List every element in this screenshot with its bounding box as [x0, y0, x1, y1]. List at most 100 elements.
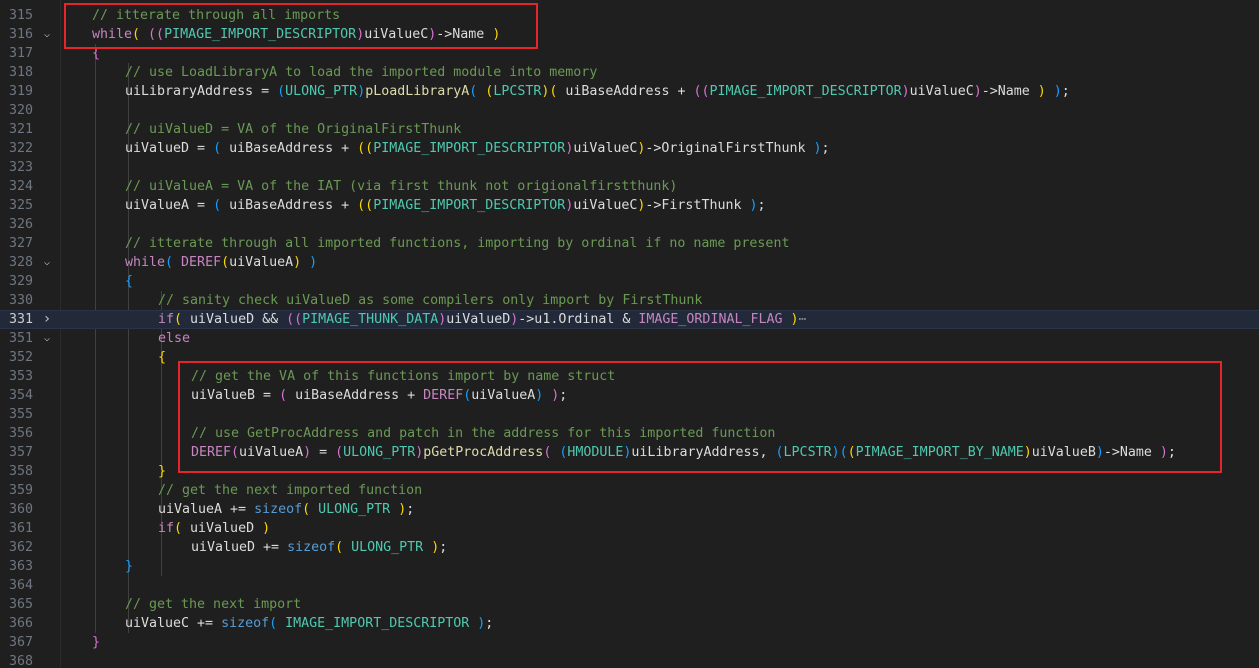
- line-number: 326: [8, 217, 33, 232]
- code-token: (: [174, 312, 191, 327]
- line-number: 354: [8, 388, 33, 403]
- code-text: // itterate through all imported functio…: [125, 234, 789, 253]
- line-number: 321: [8, 122, 33, 137]
- chevron-down-icon[interactable]: ⌵: [41, 25, 53, 44]
- code-token: ->OriginalFirstThunk: [645, 141, 814, 156]
- code-token: (: [269, 616, 286, 631]
- code-token: ⋯: [798, 312, 807, 327]
- code-text: }: [158, 462, 166, 481]
- code-editor[interactable]: 315// itterate through all imports 316 ⌵ wh…: [0, 0, 1259, 668]
- code-token: uiBaseAddress +: [229, 141, 358, 156]
- code-text: while( DEREF(uiValueA) ): [125, 253, 317, 272]
- line-number: 364: [8, 578, 33, 593]
- line-number: 351: [8, 331, 33, 346]
- code-token: PIMAGE_IMPORT_DESCRIPTOR: [709, 84, 902, 99]
- code-token: (: [335, 540, 352, 555]
- code-token: ): [813, 141, 822, 156]
- code-line[interactable]: 328 ⌵ while( DEREF(uiValueA) ): [0, 253, 1259, 272]
- line-number: 358: [8, 464, 33, 479]
- code-line[interactable]: 324 // uiValueA = VA of the IAT (via firs…: [0, 177, 1259, 196]
- code-token: ;: [757, 198, 766, 213]
- code-token: else: [158, 331, 191, 346]
- code-line[interactable]: 361 if( uiValueD ): [0, 519, 1259, 538]
- code-text: uiValueC += sizeof( IMAGE_IMPORT_DESCRIP…: [125, 614, 493, 633]
- line-number: 323: [8, 160, 33, 175]
- code-line[interactable]: 319 uiLibraryAddress = (ULONG_PTR)pLoadLi…: [0, 82, 1259, 101]
- code-token: IMAGE_IMPORT_DESCRIPTOR: [285, 616, 470, 631]
- code-text: if( uiValueD && ((PIMAGE_THUNK_DATA) uiVa…: [158, 311, 807, 328]
- code-line[interactable]: 366 uiValueC += sizeof( IMAGE_IMPORT_DESC…: [0, 614, 1259, 633]
- chevron-down-icon[interactable]: ⌵: [41, 329, 53, 348]
- code-token: ): [301, 255, 318, 270]
- code-line[interactable]: 321 // uiValueD = VA of the OriginalFirst…: [0, 120, 1259, 139]
- code-line[interactable]: 330 // sanity check uiValueD as some comp…: [0, 291, 1259, 310]
- code-line[interactable]: 367}: [0, 633, 1259, 652]
- code-line[interactable]: 331 › if( uiValueD && ((PIMAGE_THUNK_DATA)…: [0, 310, 1259, 329]
- code-line[interactable]: 359 // get the next imported function: [0, 481, 1259, 500]
- code-line[interactable]: 320: [0, 101, 1259, 120]
- code-token: (: [549, 84, 566, 99]
- code-token: uiValueA: [229, 255, 294, 270]
- code-line[interactable]: 360 uiValueA += sizeof( ULONG_PTR );: [0, 500, 1259, 519]
- code-token: if: [158, 521, 175, 536]
- code-token: ULONG_PTR: [285, 84, 358, 99]
- code-token: ULONG_PTR: [351, 540, 424, 555]
- code-token: ): [469, 616, 486, 631]
- line-number: 362: [8, 540, 33, 555]
- code-line[interactable]: 365 // get the next import: [0, 595, 1259, 614]
- code-token: }: [125, 559, 134, 574]
- code-token: // use LoadLibraryA to load the imported…: [125, 65, 598, 80]
- code-line[interactable]: 325 uiValueA = ( uiBaseAddress + ((PIMAGE…: [0, 196, 1259, 215]
- code-token: ): [423, 540, 440, 555]
- line-number: 315: [8, 8, 33, 23]
- code-token: uiValueC +=: [125, 616, 222, 631]
- code-token: uiBaseAddress +: [565, 84, 694, 99]
- code-token: // uiValueA = VA of the IAT (via first t…: [125, 179, 678, 194]
- code-token: sizeof: [254, 502, 303, 517]
- code-token: pLoadLibraryA: [365, 84, 470, 99]
- code-line[interactable]: 323: [0, 158, 1259, 177]
- code-token: ULONG_PTR: [318, 502, 391, 517]
- code-token: (: [213, 141, 230, 156]
- code-token: uiValueD +=: [191, 540, 288, 555]
- code-line[interactable]: 362 uiValueD += sizeof( ULONG_PTR );: [0, 538, 1259, 557]
- code-token: sizeof: [221, 616, 270, 631]
- code-token: LPCSTR: [493, 84, 542, 99]
- code-token: (: [277, 84, 286, 99]
- line-number: 368: [8, 654, 33, 668]
- line-number: 361: [8, 521, 33, 536]
- code-token: uiValueC: [573, 141, 638, 156]
- code-line[interactable]: 318 // use LoadLibraryA to load the impor…: [0, 63, 1259, 82]
- code-token: ): [390, 502, 407, 517]
- code-text: }: [125, 557, 133, 576]
- code-token: ->u1.Ordinal &: [518, 312, 639, 327]
- line-number: 359: [8, 483, 33, 498]
- chevron-right-icon[interactable]: ›: [41, 311, 53, 328]
- code-text: else: [158, 329, 190, 348]
- code-line[interactable]: 364: [0, 576, 1259, 595]
- code-token: PIMAGE_THUNK_DATA: [302, 312, 439, 327]
- code-text: uiLibraryAddress = (ULONG_PTR)pLoadLibra…: [125, 82, 1070, 101]
- code-line[interactable]: 368: [0, 652, 1259, 668]
- line-number: 357: [8, 445, 33, 460]
- code-line[interactable]: 363}: [0, 557, 1259, 576]
- line-number: 325: [8, 198, 33, 213]
- code-line[interactable]: 327 // itterate through all imported func…: [0, 234, 1259, 253]
- code-token: (: [174, 521, 191, 536]
- code-text: // use LoadLibraryA to load the imported…: [125, 63, 597, 82]
- chevron-down-icon[interactable]: ⌵: [41, 253, 53, 272]
- code-token: PIMAGE_IMPORT_DESCRIPTOR: [373, 141, 566, 156]
- code-token: uiLibraryAddress =: [125, 84, 278, 99]
- code-line[interactable]: 326: [0, 215, 1259, 234]
- code-token: uiValueD: [446, 312, 511, 327]
- code-token: ): [1037, 84, 1046, 99]
- code-line[interactable]: 329 {: [0, 272, 1259, 291]
- code-token: // uiValueD = VA of the OriginalFirstThu…: [125, 122, 462, 137]
- code-token: uiValueD =: [125, 141, 214, 156]
- code-line[interactable]: 322 uiValueD = ( uiBaseAddress + ((PIMAGE…: [0, 139, 1259, 158]
- code-token: uiValueA =: [125, 198, 214, 213]
- code-token: ;: [821, 141, 830, 156]
- code-token: ((: [357, 198, 374, 213]
- code-line[interactable]: 351 ⌵ else: [0, 329, 1259, 348]
- line-number: 317: [8, 46, 33, 61]
